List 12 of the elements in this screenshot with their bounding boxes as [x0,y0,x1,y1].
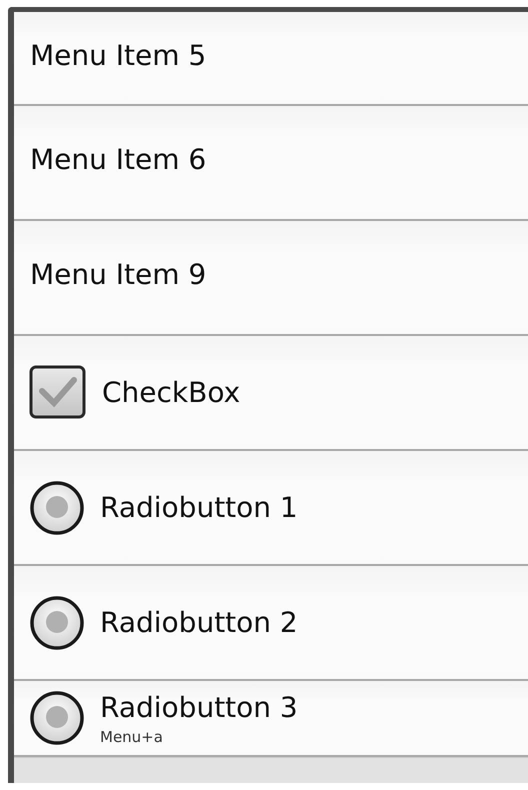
radio-button[interactable] [28,594,86,652]
menu-item[interactable]: Menu Item 9 [28,258,206,291]
checkbox-label[interactable]: CheckBox [102,376,240,409]
radio-label[interactable]: Radiobutton 1 [100,491,298,524]
radio-label[interactable]: Radiobutton 2 [100,606,298,639]
radio-button[interactable] [28,689,86,747]
checkbox[interactable] [28,364,88,422]
shortcut-hint: Menu+a [100,728,164,746]
radio-button[interactable] [28,478,86,536]
radio-label[interactable]: Radiobutton 3 [100,690,298,724]
menu-item[interactable]: Menu Item 5 [28,38,206,72]
menu-item[interactable]: Menu Item 6 [28,143,206,176]
